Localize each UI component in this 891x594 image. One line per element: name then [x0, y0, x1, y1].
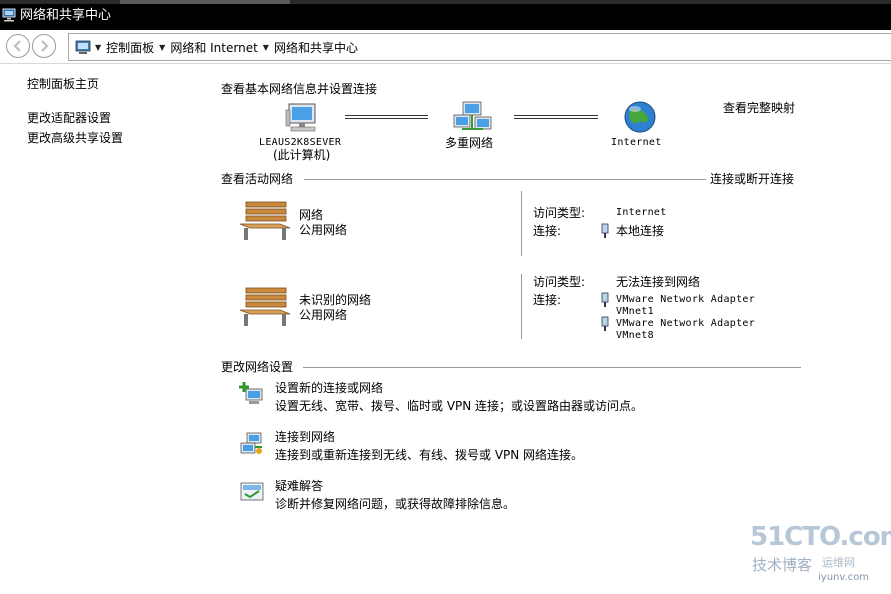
- connector-line: [514, 115, 598, 119]
- basic-info-heading: 查看基本网络信息并设置连接: [221, 82, 378, 96]
- network-type[interactable]: 公用网络: [299, 222, 347, 238]
- internet-label: Internet: [611, 137, 662, 148]
- ethernet-connection-icon: [601, 316, 609, 331]
- network-type[interactable]: 公用网络: [299, 307, 347, 323]
- left-link-control-panel-home[interactable]: 控制面板主页: [27, 76, 99, 92]
- breadcrumb-control-panel[interactable]: 控制面板: [106, 40, 154, 56]
- task-title[interactable]: 疑难解答: [275, 478, 323, 494]
- forward-button[interactable]: [32, 34, 56, 58]
- full-map-link[interactable]: 查看完整映射: [723, 100, 795, 116]
- window-title: 网络和共享中心: [20, 8, 112, 23]
- forward-arrow-icon: [41, 40, 49, 52]
- control-panel-icon: [75, 40, 91, 54]
- computer-icon[interactable]: [285, 102, 321, 134]
- task-description: 连接到或重新连接到无线、有线、拨号或 VPN 网络连接。: [275, 448, 584, 462]
- connect-disconnect-link[interactable]: 连接或断开连接: [710, 171, 794, 187]
- address-bar: ▼ 控制面板 ▼ 网络和 Internet ▼ 网络和共享中心: [0, 30, 891, 64]
- breadcrumb-arrow-icon[interactable]: ▼: [263, 40, 269, 56]
- section-divider: [303, 367, 801, 368]
- network-divider: [521, 191, 522, 256]
- watermark-subtitle: 技术博客: [752, 556, 813, 574]
- active-networks-heading: 查看活动网络: [221, 172, 294, 186]
- access-type-label: 访问类型:: [533, 206, 586, 220]
- connection-link[interactable]: 本地连接: [616, 223, 664, 239]
- access-type-label: 访问类型:: [533, 275, 586, 289]
- task-title[interactable]: 连接到网络: [275, 429, 335, 445]
- network-center-icon: [2, 8, 16, 22]
- titlebar-top-strip: [0, 0, 891, 4]
- new-connection-icon[interactable]: [239, 381, 265, 407]
- connection-label: 连接:: [533, 293, 562, 307]
- public-network-bench-icon[interactable]: [238, 286, 292, 328]
- section-divider: [304, 179, 706, 180]
- left-link-change-adapter[interactable]: 更改适配器设置: [27, 110, 111, 126]
- network-name[interactable]: 网络: [299, 207, 323, 223]
- window-titlebar[interactable]: 网络和共享中心: [0, 0, 891, 30]
- breadcrumb-network-center[interactable]: 网络和共享中心: [274, 40, 358, 56]
- breadcrumb-root-arrow-icon[interactable]: ▼: [95, 40, 101, 56]
- watermark: 51CTO.com 技术博客 运维网 iyunv.com: [748, 520, 891, 590]
- connection-link[interactable]: VMware Network Adapter VMnet8: [616, 318, 776, 342]
- task-description: 设置无线、宽带、拨号、临时或 VPN 连接；或设置路由器或访问点。: [275, 399, 644, 413]
- access-type-value: 无法连接到网络: [616, 275, 701, 289]
- ethernet-connection-icon: [601, 292, 609, 307]
- computer-sub-label: (此计算机): [273, 148, 331, 162]
- connection-label: 连接:: [533, 224, 562, 238]
- public-network-bench-icon[interactable]: [238, 200, 292, 242]
- watermark-side: 运维网: [822, 556, 855, 569]
- connect-network-icon[interactable]: [239, 431, 265, 457]
- left-link-change-sharing[interactable]: 更改高级共享设置: [27, 130, 123, 146]
- access-type-value: Internet: [616, 207, 667, 218]
- breadcrumb-network-internet[interactable]: 网络和 Internet: [170, 40, 257, 56]
- network-divider: [521, 274, 522, 339]
- watermark-logo: 51CTO.com: [750, 522, 891, 552]
- connection-link[interactable]: VMware Network Adapter VMnet1: [616, 294, 776, 318]
- back-arrow-icon: [13, 40, 21, 52]
- troubleshoot-icon[interactable]: [239, 480, 265, 506]
- network-name[interactable]: 未识别的网络: [299, 292, 371, 308]
- change-settings-heading: 更改网络设置: [221, 360, 294, 374]
- breadcrumb-arrow-icon[interactable]: ▼: [159, 40, 165, 56]
- internet-globe-icon[interactable]: [623, 100, 657, 134]
- back-button[interactable]: [6, 34, 30, 58]
- connector-line: [345, 115, 428, 119]
- task-description: 诊断并修复网络问题，或获得故障排除信息。: [275, 497, 516, 511]
- multiple-networks-icon[interactable]: [453, 101, 493, 135]
- network-label: 多重网络: [445, 136, 494, 150]
- ethernet-connection-icon: [601, 223, 609, 238]
- breadcrumb: ▼ 控制面板 ▼ 网络和 Internet ▼ 网络和共享中心: [93, 40, 358, 56]
- task-title[interactable]: 设置新的连接或网络: [275, 380, 383, 396]
- watermark-url: iyunv.com: [818, 572, 870, 583]
- address-box[interactable]: ▼ 控制面板 ▼ 网络和 Internet ▼ 网络和共享中心: [68, 33, 891, 61]
